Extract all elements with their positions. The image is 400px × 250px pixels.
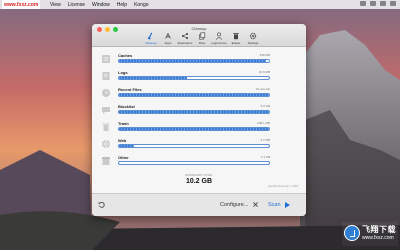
item-size: 2.1 KB bbox=[260, 155, 270, 159]
app-window: Cleanup Cleanup Apps Extensions Files Lo… bbox=[92, 24, 306, 216]
badge-name: 飞翔下载 bbox=[362, 225, 396, 234]
trash-icon bbox=[233, 33, 239, 40]
toolbar: Cleanup Apps Extensions Files Login Item… bbox=[144, 32, 260, 45]
progress-bar bbox=[118, 76, 270, 80]
tab-apps[interactable]: Apps bbox=[161, 32, 175, 45]
gear-icon bbox=[249, 32, 257, 40]
estimate-value: 10.2 GB bbox=[185, 178, 213, 185]
list-item-trash[interactable]: Trash 238.1 MB bbox=[102, 121, 270, 135]
item-name: Trash bbox=[118, 121, 129, 126]
list-item-other[interactable]: Other 2.1 KB bbox=[102, 155, 270, 169]
bottom-bar: Configure... Scan bbox=[92, 193, 306, 216]
box-icon bbox=[102, 157, 110, 165]
progress-bar bbox=[118, 144, 270, 148]
window-title: Cleanup bbox=[191, 26, 207, 31]
progress-fill bbox=[119, 111, 269, 113]
progress-fill bbox=[119, 145, 134, 147]
menu-status-icons bbox=[360, 1, 396, 6]
tab-cleanup[interactable]: Cleanup bbox=[144, 32, 158, 45]
item-size: 32.8 MB bbox=[258, 70, 270, 74]
configure-button[interactable]: Configure... bbox=[220, 202, 248, 208]
files-icon bbox=[199, 32, 206, 40]
tab-label: Cleanup bbox=[145, 41, 157, 45]
menu-view[interactable]: View bbox=[50, 2, 61, 8]
item-name: Recent Files bbox=[118, 87, 142, 92]
tab-eraser[interactable]: Eraser bbox=[229, 32, 243, 45]
tab-login-items[interactable]: Login Items bbox=[211, 32, 227, 45]
caches-icon bbox=[102, 55, 110, 63]
play-icon[interactable] bbox=[285, 202, 290, 208]
apps-icon bbox=[165, 32, 171, 39]
item-size: 338 MB bbox=[259, 53, 270, 57]
watermark-badge: 飞翔下载 www.fxxz.com bbox=[342, 222, 398, 246]
progress-bar bbox=[118, 161, 270, 165]
tab-label: Files bbox=[198, 41, 206, 45]
tab-label: Login Items bbox=[211, 41, 227, 45]
badge-url: www.fxxz.com bbox=[362, 235, 394, 241]
status-icon[interactable] bbox=[360, 1, 366, 6]
undo-icon[interactable] bbox=[98, 201, 105, 208]
item-name: Caches bbox=[118, 53, 133, 58]
site-logo-icon bbox=[344, 225, 360, 241]
trash-icon bbox=[102, 123, 110, 131]
status-icon[interactable] bbox=[380, 1, 386, 6]
tab-label: Eraser bbox=[231, 41, 241, 45]
bubble-icon bbox=[102, 107, 110, 114]
item-size: 238.1 MB bbox=[257, 121, 270, 125]
item-name: Web bbox=[118, 138, 127, 143]
item-name: Other bbox=[118, 155, 129, 160]
estimate-label: ESTIMATED TOTAL bbox=[185, 173, 213, 177]
list-item-blocklist[interactable]: Blocklist 5.2 GB bbox=[102, 104, 270, 118]
tab-extensions[interactable]: Extensions bbox=[178, 32, 192, 45]
logs-icon bbox=[102, 72, 110, 80]
status-icon[interactable] bbox=[370, 1, 376, 6]
item-name: Blocklist bbox=[118, 104, 135, 109]
progress-fill bbox=[119, 94, 269, 96]
item-size: 31 records bbox=[255, 87, 270, 91]
list-item-recent-files[interactable]: Recent Files 31 records bbox=[102, 87, 270, 101]
watermark-text: www.fxxz.com bbox=[2, 0, 41, 9]
menu-bar: View License Window Help Kongo bbox=[0, 0, 400, 9]
title-bar: Cleanup Cleanup Apps Extensions Files Lo… bbox=[92, 24, 306, 47]
tab-label: Apps bbox=[164, 41, 172, 45]
scan-button[interactable]: Scan bbox=[268, 202, 281, 208]
progress-fill bbox=[119, 77, 187, 79]
progress-bar bbox=[118, 110, 270, 114]
person-icon bbox=[215, 32, 223, 40]
share-icon bbox=[181, 32, 189, 40]
list-item-caches[interactable]: Caches 338 MB bbox=[102, 53, 270, 67]
progress-bar bbox=[118, 93, 270, 97]
broom-icon bbox=[147, 32, 153, 40]
menu-license[interactable]: License bbox=[68, 2, 85, 8]
list-item-web[interactable]: Web 3.7 MB bbox=[102, 138, 270, 152]
list-item-logs[interactable]: Logs 32.8 MB bbox=[102, 70, 270, 84]
tab-label: Extensions bbox=[177, 41, 193, 45]
menu-help[interactable]: Help bbox=[117, 2, 127, 8]
tab-label: Settings bbox=[247, 41, 259, 45]
status-icon[interactable] bbox=[390, 1, 396, 6]
progress-fill bbox=[119, 60, 266, 62]
globe-icon bbox=[102, 139, 110, 149]
item-size: 3.7 MB bbox=[260, 138, 270, 142]
clock-icon bbox=[102, 89, 110, 97]
cleanup-list: Caches 338 MB Logs 32.8 MB Recent Files … bbox=[92, 47, 306, 193]
item-name: Logs bbox=[118, 70, 128, 75]
menu-window[interactable]: Window bbox=[92, 2, 110, 8]
tab-files[interactable]: Files bbox=[195, 32, 209, 45]
tools-icon[interactable] bbox=[252, 201, 259, 208]
progress-bar bbox=[118, 127, 270, 131]
last-run-text: Last Run Scan Jan 7, 2015 bbox=[267, 185, 298, 188]
progress-fill bbox=[119, 128, 269, 130]
progress-bar bbox=[118, 59, 270, 63]
tab-settings[interactable]: Settings bbox=[246, 32, 260, 45]
item-size: 5.2 GB bbox=[260, 104, 270, 108]
menu-kongo[interactable]: Kongo bbox=[134, 2, 148, 8]
